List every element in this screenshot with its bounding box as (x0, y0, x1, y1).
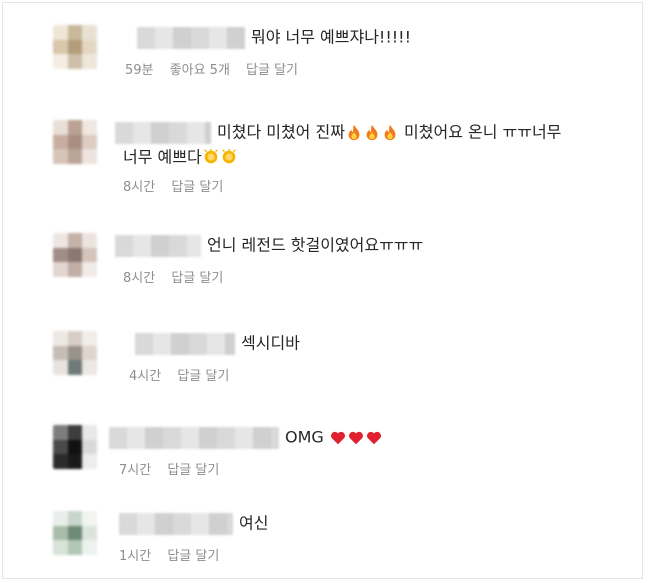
comment-text: OMG (285, 427, 324, 447)
heart-icon (366, 431, 381, 444)
username[interactable] (109, 426, 279, 449)
reply-button[interactable]: 답글 달기 (167, 549, 219, 564)
comment-time: 1시간 (119, 548, 152, 564)
avatar[interactable] (53, 511, 97, 555)
comment-time: 8시간 (123, 180, 156, 195)
comment-text: 뭐야 너무 예쁘쟈나!!!!! (251, 27, 412, 47)
reply-button[interactable]: 답글 달기 (171, 271, 223, 286)
comment-time: 7시간 (119, 462, 152, 478)
fire-icon (384, 124, 396, 140)
username[interactable] (119, 512, 233, 535)
reply-button[interactable]: 답글 달기 (246, 63, 298, 78)
comment-meta: 4시간 답글 달기 (129, 368, 634, 386)
like-count[interactable]: 좋아요 5개 (170, 63, 230, 78)
comment-meta: 59분 좋아요 5개 답글 달기 (125, 62, 634, 80)
avatar[interactable] (53, 331, 97, 375)
comment-text: 여신 (239, 513, 269, 533)
heart-icon (348, 431, 363, 444)
comment-time: 8시간 (123, 270, 156, 286)
fire-icon (366, 124, 378, 140)
reply-button[interactable]: 답글 달기 (167, 463, 219, 478)
comment-text: 섹시디바 (241, 333, 300, 353)
comment-meta: 8시간 답글 달기 (123, 270, 634, 288)
reply-button[interactable]: 답글 달기 (171, 180, 223, 195)
heart-icon (330, 431, 345, 444)
username[interactable] (115, 234, 201, 257)
comments-panel: 뭐야 너무 예쁘쟈나!!!!! 59분 좋아요 5개 답글 달기 미쳤다 미쳤어… (2, 2, 643, 579)
clap-icon (221, 148, 236, 164)
comment-text: 미쳤다 미쳤어 진짜 (217, 122, 345, 142)
fire-icon (348, 124, 360, 140)
comment-time: 59분 (125, 62, 154, 78)
comment-meta: 8시간 답글 달기 (123, 179, 634, 197)
reply-button[interactable]: 답글 달기 (177, 369, 229, 384)
username[interactable] (137, 26, 245, 49)
avatar[interactable] (53, 25, 97, 69)
comment-text-line2: 너무 예쁘다 (123, 147, 202, 166)
avatar[interactable] (53, 425, 97, 469)
comment-meta: 1시간 답글 달기 (119, 548, 634, 566)
comment-time: 4시간 (129, 368, 162, 384)
username[interactable] (115, 121, 211, 144)
avatar[interactable] (53, 233, 97, 277)
clap-icon (203, 148, 218, 164)
comment-meta: 7시간 답글 달기 (119, 462, 634, 480)
username[interactable] (135, 332, 235, 355)
avatar[interactable] (53, 120, 97, 164)
comment-text: 언니 레전드 핫걸이였어요ㅠㅠㅠ (207, 235, 424, 255)
comment-text-continued: 미쳤어요 온니 ㅠㅠ너무 (404, 122, 562, 142)
